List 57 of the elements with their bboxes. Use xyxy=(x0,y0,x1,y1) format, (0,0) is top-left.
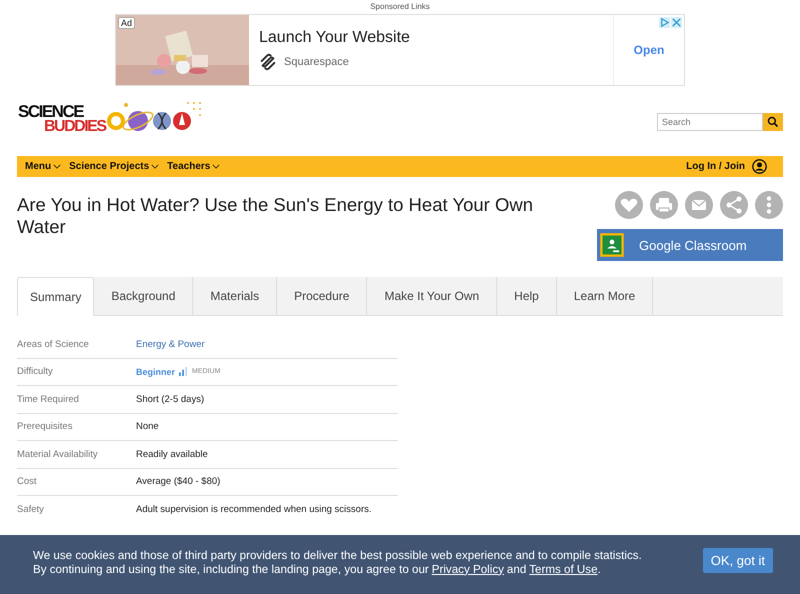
accept-button[interactable]: OK, got it xyxy=(702,548,773,573)
signal-bars-icon xyxy=(179,367,188,376)
search-button[interactable] xyxy=(763,112,783,130)
cookie-message: We use cookies and those of third party providers to deliver the best possible web experience and to compile statistics. xyxy=(33,548,642,562)
tab[interactable]: Procedure xyxy=(277,277,368,315)
table-cell-text: Material Availability xyxy=(17,448,99,460)
chevron-down-icon xyxy=(212,164,220,169)
ad-title: Launch Your Website xyxy=(259,29,411,47)
table-cell-text: Difficulty xyxy=(17,366,54,378)
classroom-icon xyxy=(599,232,625,258)
ad-banner[interactable]: Ad Launch Your Website Squarespace Open xyxy=(115,14,685,86)
advertiser-name: Squarespace xyxy=(284,56,349,68)
privacy-policy-link[interactable]: Privacy Policy xyxy=(432,562,504,576)
google-classroom-button[interactable]: Google Classroom xyxy=(597,229,783,261)
share-icon[interactable] xyxy=(720,191,748,219)
open-link[interactable]: Open xyxy=(634,43,664,57)
play-triangle-icon[interactable] xyxy=(659,17,670,28)
tab[interactable]: Background xyxy=(94,277,194,315)
more-icon[interactable] xyxy=(755,191,783,219)
table-cell: Readily available xyxy=(136,448,208,460)
page-title: Are You in Hot Water? Use the Sun's Energy to Heat Your Own Water xyxy=(17,194,534,239)
tab[interactable]: Materials xyxy=(193,277,278,315)
search-field[interactable]: Search xyxy=(657,112,763,130)
cookie-message: By continuing and using the site, including the landing page, you agree to our xyxy=(33,562,429,576)
nav-menu-item[interactable]: Teachers xyxy=(167,161,220,172)
topic-link[interactable]: Energy & Power xyxy=(136,338,205,350)
table-cell-text: Safety xyxy=(17,504,45,515)
table-cell: Short (2-5 days) xyxy=(136,394,204,405)
cookie-message: . xyxy=(598,562,601,576)
table-cell-text: Prerequisites xyxy=(17,421,74,432)
user-icon xyxy=(752,159,767,174)
table-cell-text: Areas of Science xyxy=(17,338,90,350)
table-cell: None xyxy=(136,421,159,432)
tab[interactable]: Learn More xyxy=(556,277,654,315)
login-link[interactable]: Log In / Join xyxy=(686,159,767,174)
logo-text: BUDDIES xyxy=(43,118,106,134)
table-cell: Adult supervision is recommended when using scissors. xyxy=(136,504,372,515)
sponsored-label: Sponsored Links xyxy=(370,2,430,13)
chevron-down-icon xyxy=(53,164,62,169)
printer-icon[interactable] xyxy=(650,191,678,219)
nav-menu-item[interactable]: Science Projects xyxy=(69,161,160,172)
tab[interactable]: Help xyxy=(497,277,557,315)
table-cell-text: Cost xyxy=(17,476,38,488)
ad-badge: Ad xyxy=(118,17,136,29)
tab[interactable]: Summary xyxy=(17,277,94,316)
tab[interactable]: Make It Your Own xyxy=(367,277,498,315)
logo-text: SCIENCE xyxy=(18,104,84,118)
chevron-down-icon xyxy=(151,164,160,169)
search-icon xyxy=(767,116,779,128)
cookie-message: and xyxy=(506,562,526,576)
table-cell-text: Time Required xyxy=(17,394,80,405)
squarespace-icon xyxy=(259,53,277,71)
terms-of-use-link[interactable]: Terms of Use xyxy=(529,562,598,576)
close-icon[interactable] xyxy=(671,17,682,28)
nav-menu-item[interactable]: Menu xyxy=(25,161,62,172)
table-cell: Average ($40 - $80) xyxy=(136,476,220,488)
mail-icon[interactable] xyxy=(685,191,713,219)
